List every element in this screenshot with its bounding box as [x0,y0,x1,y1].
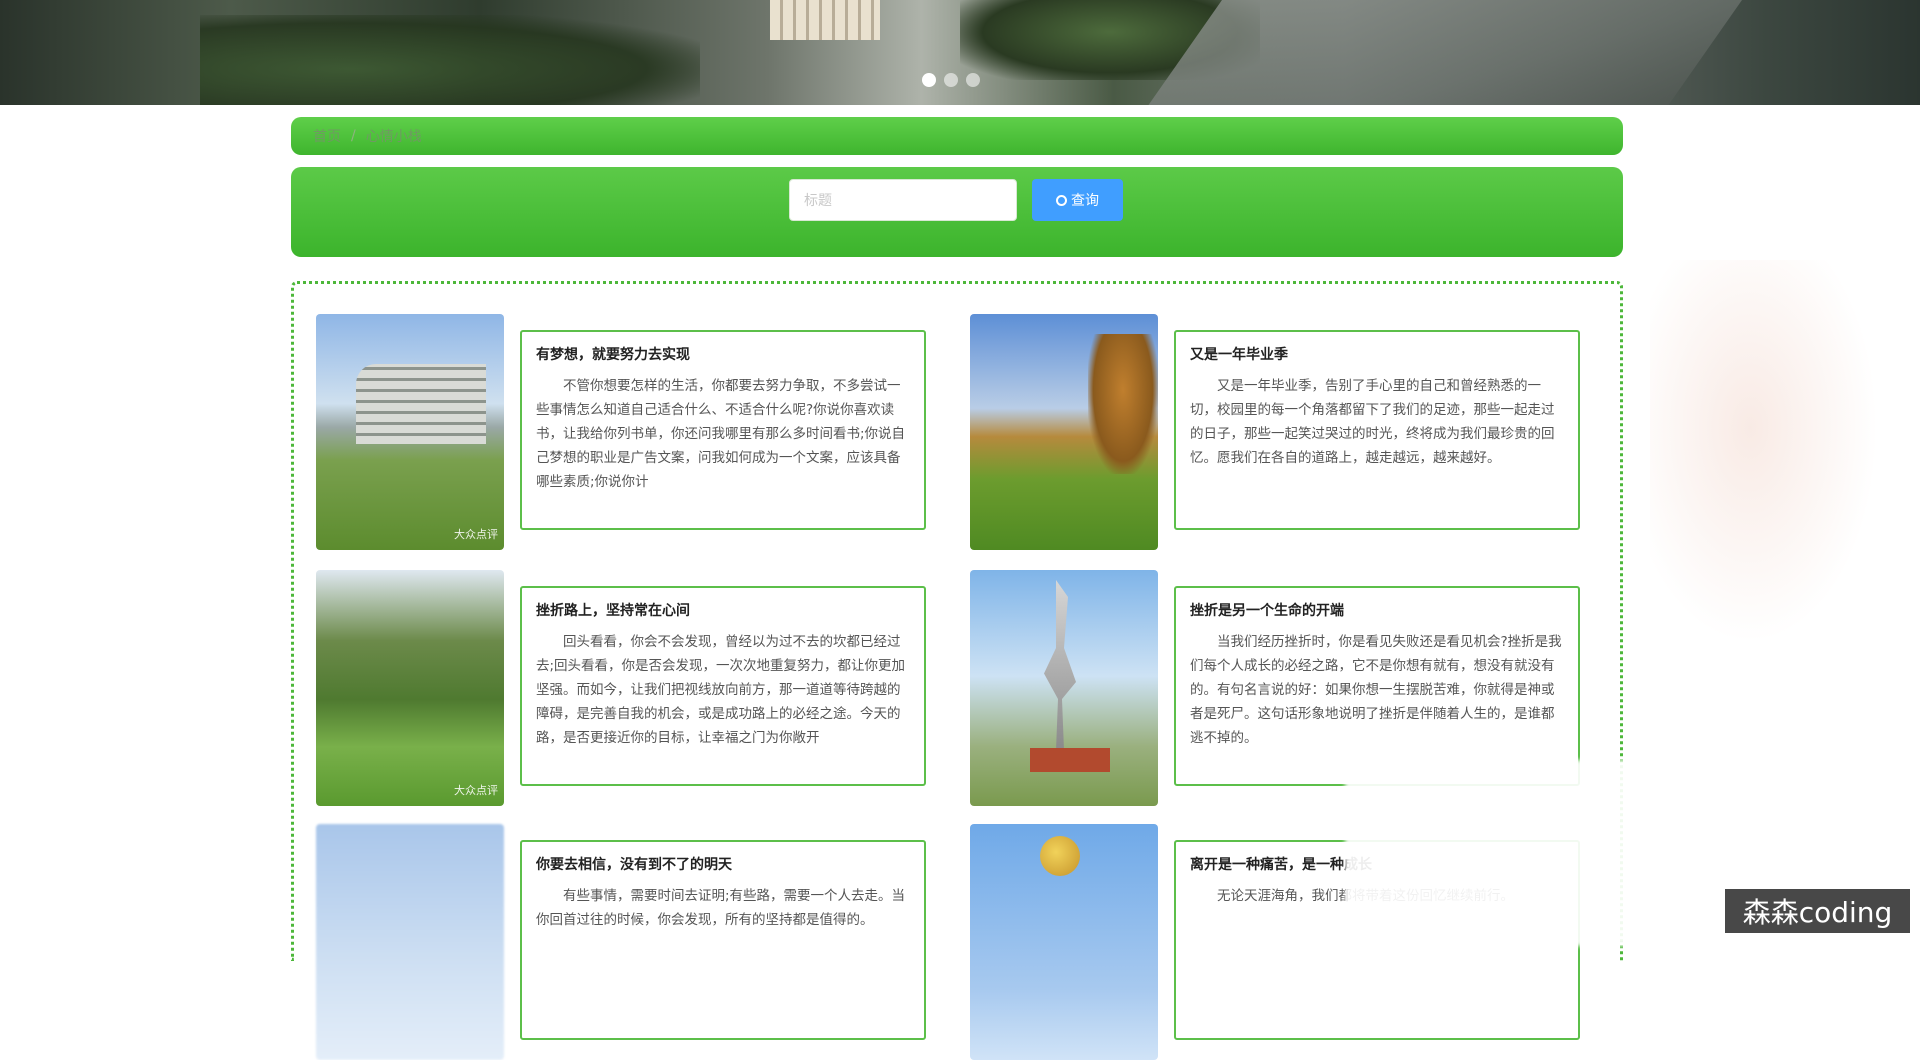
search-panel: 查询 [291,167,1623,257]
article-card[interactable]: 又是一年毕业季 又是一年毕业季，告别了手心里的自己和曾经熟悉的一切，校园里的每一… [970,314,1610,550]
article-text-box[interactable]: 又是一年毕业季 又是一年毕业季，告别了手心里的自己和曾经熟悉的一切，校园里的每一… [1174,330,1580,530]
article-thumbnail[interactable] [970,824,1158,1060]
statue-image [1044,580,1076,750]
corner-watermark: 森森coding [1725,889,1910,933]
search-icon [1056,194,1067,206]
article-text-box[interactable]: 有梦想，就要努力去实现 不管你想要怎样的生活，你都要去努力争取，不多尝试一些事情… [520,330,926,530]
image-watermark: 大众点评 [454,528,498,541]
sculpture-image [1040,836,1080,876]
article-excerpt: 不管你想要怎样的生活，你都要去努力争取，不多尝试一些事情怎么知道自己适合什么、不… [536,378,906,490]
background-decoration [1650,260,1900,680]
article-excerpt: 有些事情，需要时间去证明;有些路，需要一个人去走。当你回首过往的时候，你会发现，… [536,888,906,928]
carousel-image-road [1123,0,1757,105]
search-button[interactable]: 查询 [1032,179,1123,221]
breadcrumb-home[interactable]: 首页 [313,126,341,146]
autumn-tree-image [1088,334,1158,474]
article-title[interactable]: 有梦想，就要努力去实现 [536,344,910,364]
article-thumbnail[interactable]: 大众点评 [316,570,504,806]
breadcrumb-separator: / [351,128,356,144]
title-search-input[interactable] [789,179,1017,221]
article-title[interactable]: 又是一年毕业季 [1190,344,1564,364]
article-thumbnail[interactable] [970,314,1158,550]
breadcrumb: 首页 / 心情小栈 [291,117,1623,155]
campus-building-image [356,364,486,444]
article-card[interactable]: 大众点评 挫折路上，坚持常在心间 回头看看，你会不会发现，曾经以为过不去的坎都已… [316,570,956,806]
article-thumbnail[interactable] [970,570,1158,806]
carousel-image-building [770,0,880,40]
article-text-box[interactable]: 挫折是另一个生命的开端 当我们经历挫折时，你是看见失败还是看见机会?挫折是我们每… [1174,586,1580,786]
image-watermark: 大众点评 [454,784,498,797]
article-excerpt: 回头看看，你会不会发现，曾经以为过不去的坎都已经过去;回头看看，你是否会发现，一… [536,634,906,746]
carousel-dot-3[interactable] [966,73,980,87]
article-text-box[interactable]: 你要去相信，没有到不了的明天 有些事情，需要时间去证明;有些路，需要一个人去走。… [520,840,926,1040]
article-title[interactable]: 挫折路上，坚持常在心间 [536,600,910,620]
article-card[interactable]: 大众点评 有梦想，就要努力去实现 不管你想要怎样的生活，你都要去努力争取，不多尝… [316,314,956,550]
search-button-label: 查询 [1071,193,1099,209]
article-thumbnail[interactable] [316,824,504,1060]
carousel-image-trees [200,15,700,105]
article-thumbnail[interactable]: 大众点评 [316,314,504,550]
article-title[interactable]: 挫折是另一个生命的开端 [1190,600,1564,620]
article-text-box[interactable]: 挫折路上，坚持常在心间 回头看看，你会不会发现，曾经以为过不去的坎都已经过去;回… [520,586,926,786]
carousel-dot-2[interactable] [944,73,958,87]
overlay-blur [1345,760,1645,946]
carousel-indicators [922,73,980,87]
statue-base-image [1030,748,1110,772]
hero-carousel[interactable] [0,0,1920,105]
carousel-dot-1[interactable] [922,73,936,87]
article-excerpt: 又是一年毕业季，告别了手心里的自己和曾经熟悉的一切，校园里的每一个角落都留下了我… [1190,378,1555,466]
article-title[interactable]: 你要去相信，没有到不了的明天 [536,854,910,874]
breadcrumb-current: 心情小栈 [365,129,422,145]
article-excerpt: 当我们经历挫折时，你是看见失败还是看见机会?挫折是我们每个人成长的必经之路，它不… [1190,634,1562,746]
article-card[interactable]: 你要去相信，没有到不了的明天 有些事情，需要时间去证明;有些路，需要一个人去走。… [316,824,956,1060]
